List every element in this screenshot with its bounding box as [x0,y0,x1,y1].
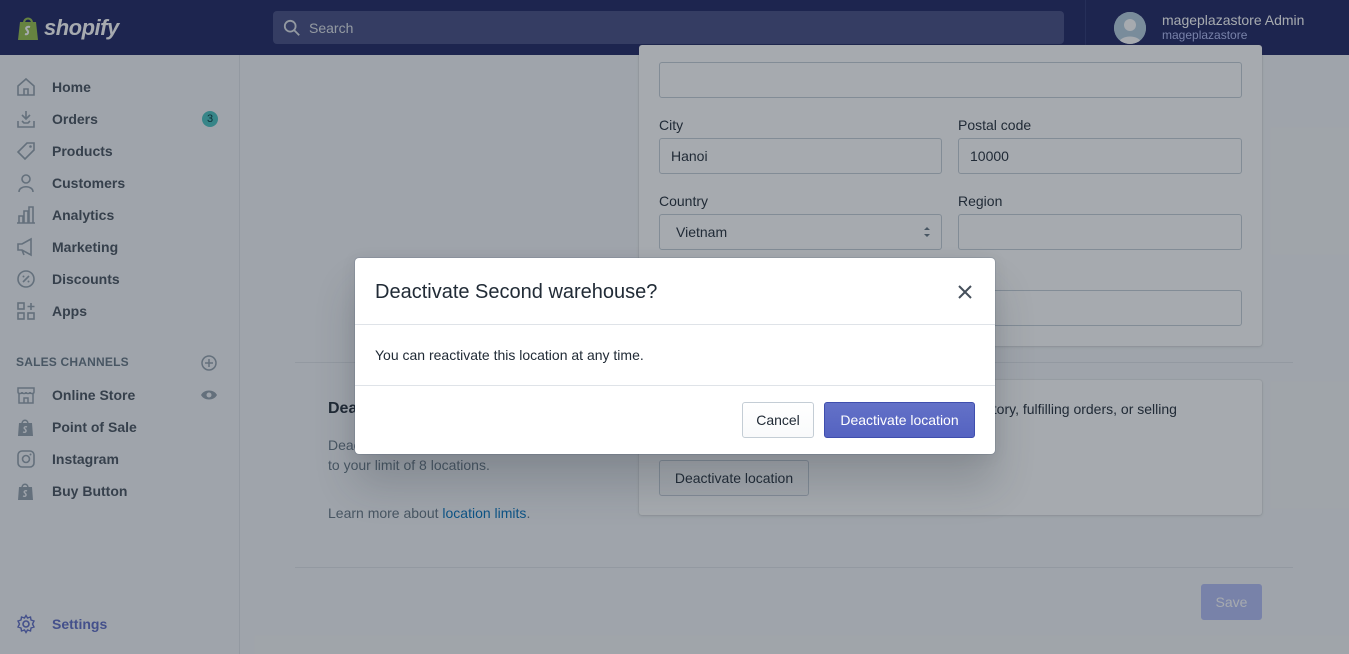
confirm-deactivate-button[interactable]: Deactivate location [824,402,975,438]
modal-header: Deactivate Second warehouse? [355,258,995,325]
modal-title: Deactivate Second warehouse? [375,281,658,303]
modal-body: You can reactivate this location at any … [355,325,995,386]
cancel-button[interactable]: Cancel [742,402,814,438]
close-icon[interactable] [955,282,975,302]
deactivate-modal: Deactivate Second warehouse? You can rea… [355,258,995,454]
modal-body-text: You can reactivate this location at any … [375,347,644,363]
